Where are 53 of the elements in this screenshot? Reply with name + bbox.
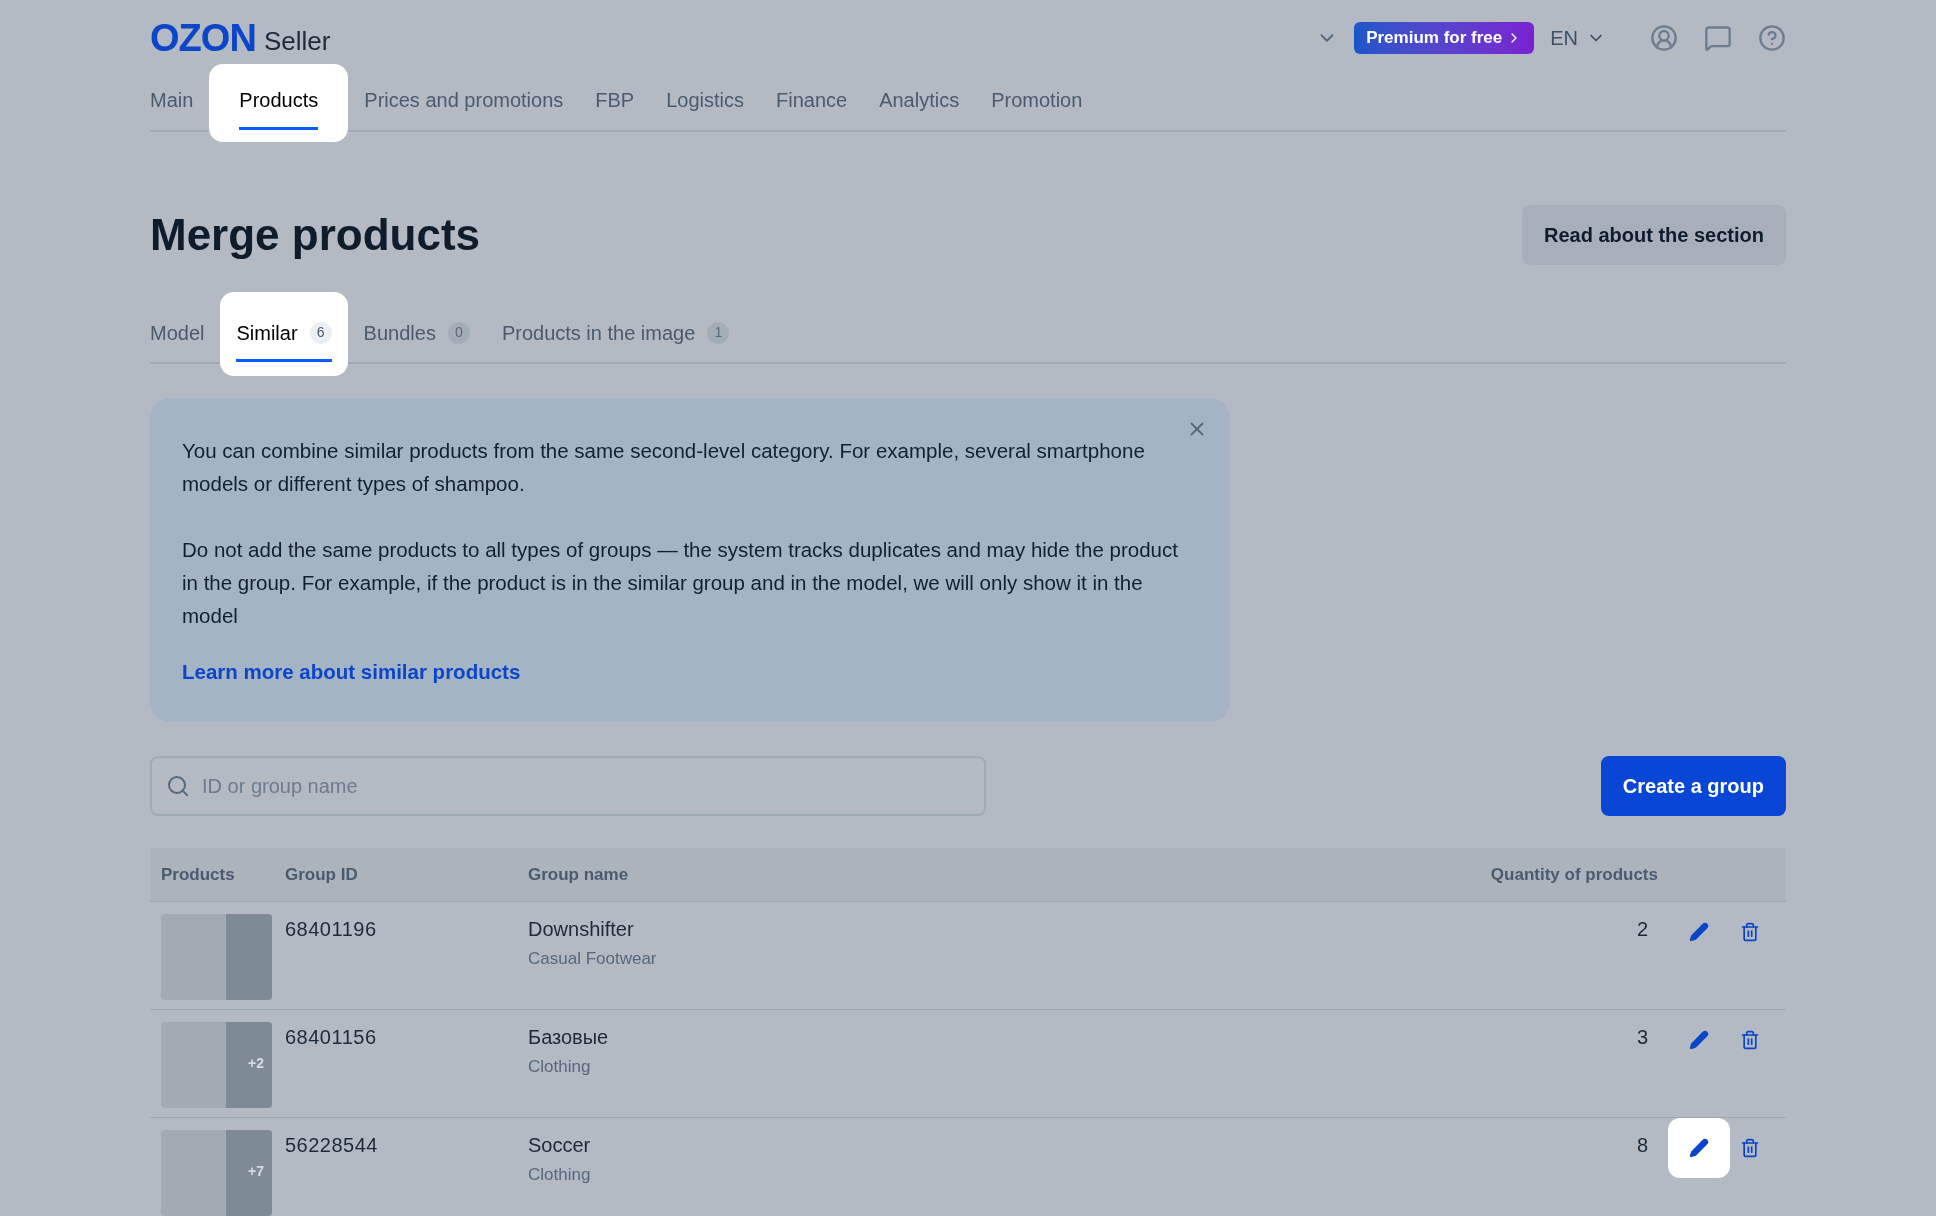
logo[interactable]: OZON	[150, 19, 256, 57]
group-category: Clothing	[528, 1164, 592, 1186]
pencil-icon	[1689, 1138, 1709, 1158]
group-name: Downshifter	[528, 917, 635, 942]
help-icon[interactable]	[1758, 24, 1786, 52]
quantity: 2	[1636, 917, 1648, 942]
nav-tab[interactable]: FBP	[595, 72, 635, 130]
logo-subtitle: Seller	[264, 28, 331, 54]
trash-icon	[1740, 1138, 1760, 1158]
section-tab[interactable]: Products in the image 1	[501, 306, 730, 362]
nav-tab[interactable]: Main	[150, 72, 194, 130]
group-name: Soccer	[528, 1133, 592, 1158]
column-header: Group name	[528, 863, 630, 886]
edit-button[interactable]	[1668, 1118, 1730, 1178]
nav-tab[interactable]: Analytics	[879, 72, 960, 130]
count-badge: 6	[309, 321, 332, 344]
group-id: 56228544	[285, 1133, 379, 1158]
more-count: +7	[248, 1162, 264, 1181]
nav-tab[interactable]: Prices and promotions	[364, 72, 564, 130]
column-header: Group ID	[285, 863, 359, 886]
nav-tab[interactable]: Promotion	[991, 72, 1083, 130]
nav-tab[interactable]: Logistics	[666, 72, 744, 130]
column-header: Products	[160, 863, 236, 886]
group-category: Clothing	[528, 1056, 592, 1078]
nav-tab[interactable]: Finance	[776, 72, 848, 130]
user-icon[interactable]	[1650, 24, 1678, 52]
pencil-icon	[1689, 1030, 1709, 1050]
search-field[interactable]: ID or group name	[150, 756, 986, 816]
more-count: +2	[248, 1054, 264, 1073]
group-name: Базовые	[528, 1025, 610, 1050]
quantity: 3	[1636, 1025, 1648, 1050]
trash-icon	[1740, 1030, 1760, 1050]
create-group-button[interactable]: Create a group	[1600, 756, 1786, 816]
quantity: 8	[1636, 1133, 1648, 1158]
group-id: 68401196	[285, 917, 378, 942]
chat-icon[interactable]	[1704, 24, 1732, 52]
page-title: Merge products	[150, 209, 481, 261]
info-text: You can combine similar products from the same second-level category. For example, several smartphone models or different types of shampoo.	[182, 438, 1146, 497]
group-category: Casual Footwear	[528, 948, 658, 970]
read-about-button[interactable]: Read about the section	[1521, 205, 1786, 265]
pencil-icon	[1689, 922, 1709, 942]
count-badge: 1	[707, 321, 730, 344]
learn-more-link[interactable]: Learn more about similar products	[182, 655, 1198, 688]
section-tab[interactable]: Bundles 0	[363, 306, 470, 362]
info-text: Do not add the same products to all types of groups — the system tracks duplicates and may hide the product in the group. For example, if the product is in the similar group and in the model, we will only show it in the model	[182, 537, 1179, 629]
count-badge: 0	[447, 321, 470, 344]
group-id: 68401156	[285, 1025, 378, 1050]
trash-icon	[1740, 922, 1760, 942]
search-icon	[166, 774, 190, 798]
premium-button[interactable]: Premium for free	[1354, 22, 1535, 54]
language-selector[interactable]: EN	[1550, 23, 1606, 53]
section-tab[interactable]: Model	[150, 306, 205, 362]
column-header: Quantity of products	[1489, 863, 1658, 886]
